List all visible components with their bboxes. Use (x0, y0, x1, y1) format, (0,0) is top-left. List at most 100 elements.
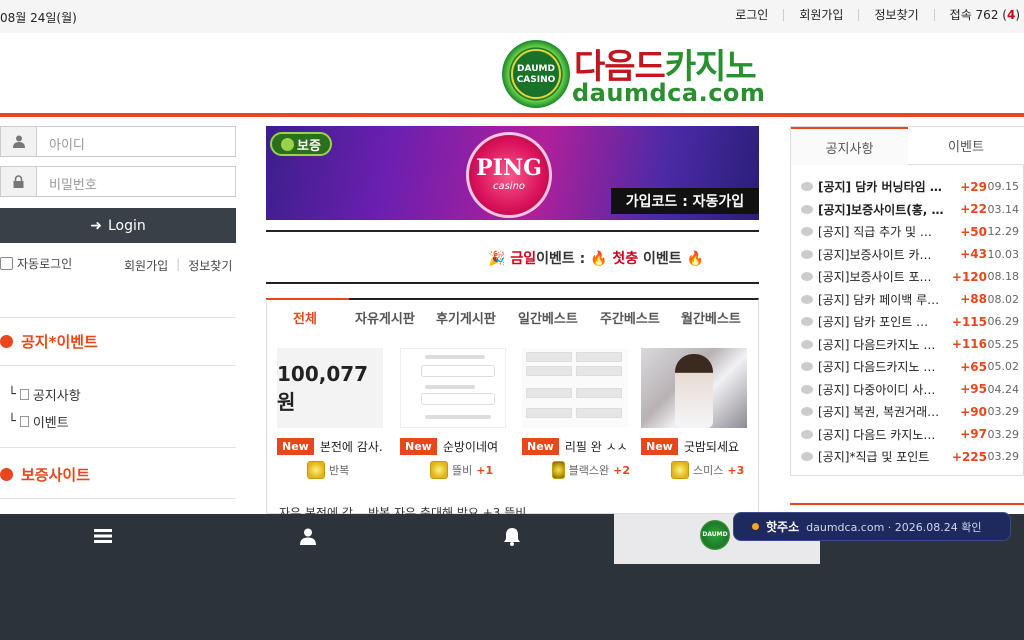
top-login-link[interactable]: 로그인 (720, 9, 785, 21)
auto-login-checkbox[interactable] (0, 257, 13, 270)
login-button[interactable]: ➜ Login (0, 208, 236, 243)
post-card[interactable]: New 리필 완 ㅅㅅ 블랙스완 +2 (522, 348, 630, 479)
current-date: 08월 24일(월) (0, 11, 77, 25)
tab-weekly-best[interactable]: 주간베스트 (600, 308, 660, 327)
tab-daily-best[interactable]: 일간베스트 (518, 308, 578, 327)
notice-item[interactable]: [공지] 담카 포인트 … +115 06.29 (801, 313, 1019, 330)
notice-item[interactable]: [공지] 다중아이디 사… +95 04.24 (801, 381, 1019, 398)
guarantee-badge: 보증 (270, 132, 332, 156)
new-badge: New (641, 438, 678, 455)
join-link[interactable]: 회원가입 (124, 257, 168, 274)
header-divider (0, 113, 1024, 117)
notice-item[interactable]: [공지]보증사이트(홍, … +22 03.14 (801, 201, 1019, 218)
notice-item[interactable]: [공지]보증사이트 카… +43 10.03 (801, 246, 1019, 263)
notice-title: [공지]보증사이트 포… (818, 270, 932, 284)
tab-review[interactable]: 후기게시판 (436, 308, 496, 327)
id-placeholder: 아이디 (49, 138, 85, 153)
notice-points: +120 (951, 269, 987, 284)
ping-casino-banner[interactable]: 보증 PING casino 가입코드 : 자동가입 (266, 126, 759, 220)
site-logo[interactable]: DAUMD CASINO 다음드카지노 daumdca.com (502, 37, 765, 109)
notice-item[interactable]: [공지] 담카 버닝타임 … +29 09.15 (801, 178, 1019, 195)
speech-bubble-icon (801, 429, 813, 439)
user-icon (1, 127, 37, 156)
auto-login[interactable]: 자동로그인 (0, 255, 72, 272)
tab-monthly-best[interactable]: 월간베스트 (681, 308, 741, 327)
notice-points: +95 (960, 382, 987, 396)
post-title: 순방이네여 (442, 440, 499, 454)
divider (0, 498, 236, 499)
notice-date: 04.24 (987, 382, 1020, 396)
tab-all[interactable]: 전체 (293, 308, 317, 327)
top-find-link[interactable]: 정보찾기 (859, 9, 935, 21)
tab-event[interactable]: 이벤트 (908, 127, 1024, 165)
notice-points: +65 (960, 359, 987, 374)
notice-date: 05.02 (987, 360, 1020, 373)
login-sublinks: 회원가입 | 정보찾기 (124, 257, 233, 274)
notice-item[interactable]: [공지] 직급 추가 및 … +50 12.29 (801, 223, 1019, 240)
notice-item[interactable]: [공지]보증사이트 포… +120 08.18 (801, 268, 1019, 285)
password-field[interactable]: 비밀번호 (0, 166, 236, 197)
casino-badge-icon: DAUMD (700, 520, 730, 550)
speech-bubble-icon (801, 272, 813, 281)
notice-item[interactable]: [공지]*직급 및 포인트 +225 03.29 (801, 448, 1019, 465)
speech-bubble-icon (801, 204, 813, 214)
notice-item[interactable]: [공지] 복권, 복권거래… +90 03.29 (801, 403, 1019, 420)
top-join-link[interactable]: 회원가입 (784, 9, 860, 21)
top-bar: 08월 24일(월) 로그인 회원가입 정보찾기 접속 762 (4) (0, 0, 1024, 33)
notice-date: 09.15 (987, 180, 1020, 193)
notice-panel: 공지사항 이벤트 [공지] 담카 버닝타임 … +29 09.15 [공지]보증사이트… (790, 126, 1024, 476)
notice-date: 03.29 (987, 450, 1020, 463)
bell-icon[interactable] (502, 526, 522, 546)
casino-badge-icon: DAUMD CASINO (502, 40, 570, 108)
post-author: 뜰비 (452, 464, 473, 477)
speech-bubble-icon (801, 294, 813, 304)
tab-free[interactable]: 자유게시판 (355, 308, 415, 327)
notice-points: +90 (960, 404, 987, 419)
notice-date: 12.29 (987, 225, 1020, 238)
notice-date: 06.29 (987, 315, 1020, 328)
post-card[interactable]: New 순방이네여 뜰비 +1 (400, 348, 508, 479)
user-icon[interactable] (298, 526, 318, 546)
speech-bubble-icon (801, 384, 813, 394)
post-author: 반복 (329, 464, 350, 477)
id-field[interactable]: 아이디 (0, 126, 236, 157)
find-link[interactable]: 정보찾기 (188, 257, 232, 274)
notice-title: [공지]보증사이트(홍, … (818, 202, 944, 217)
post-thumbnail (522, 348, 628, 428)
notice-title: [공지] 담카 포인트 … (818, 315, 929, 329)
board-tabs: 전체 자유게시판 후기게시판 일간베스트 주간베스트 월간베스트 (267, 300, 758, 332)
post-title: 굿밤되세요 (683, 440, 740, 454)
notice-points: +22 (960, 202, 987, 216)
menu-icon[interactable] (93, 526, 113, 546)
bullet-icon (0, 468, 13, 481)
guarantee-sites-title[interactable]: 보증사이트 (0, 464, 90, 485)
menu-item-event[interactable]: └ 이벤트 (8, 412, 69, 431)
notice-item[interactable]: [공지] 다음드카지노 … +116 05.25 (801, 336, 1019, 353)
speech-bubble-icon (801, 249, 813, 259)
sign-in-icon: ➜ (90, 217, 102, 234)
notice-event-title[interactable]: 공지*이벤트 (0, 331, 98, 352)
fire-icon: 🔥 (686, 251, 704, 267)
new-badge: New (522, 438, 559, 455)
hot-address-badge[interactable]: 핫주소 daumdca.com · 2026.08.24 확인 (733, 512, 1011, 541)
notice-points: +50 (960, 224, 987, 239)
post-card[interactable]: New 굿밤되세요 스미스 +3 (641, 348, 749, 479)
divider (0, 317, 236, 318)
notice-points: +43 (960, 247, 987, 261)
speech-bubble-icon (801, 317, 813, 326)
post-card[interactable]: 100,077 원 New 본전에 감사. 반복 (277, 348, 385, 479)
divider (0, 365, 236, 366)
notice-points: +116 (951, 337, 987, 351)
notice-item[interactable]: [공지] 다음드 카지노… +97 03.29 (801, 426, 1019, 443)
post-thumbnail (400, 348, 506, 428)
menu-item-notice[interactable]: └ 공지사항 (8, 385, 81, 404)
notice-title: [공지] 담카 페이백 루… (818, 292, 940, 307)
post-thumbnail: 100,077 원 (277, 348, 383, 428)
notice-item[interactable]: [공지] 다음드카지노 … +65 05.02 (801, 358, 1019, 375)
notice-date: 03.14 (987, 202, 1020, 216)
notice-points: +225 (951, 449, 987, 464)
fire-icon: 🔥 (590, 251, 608, 267)
tab-notice[interactable]: 공지사항 (791, 127, 908, 165)
notice-date: 03.29 (987, 405, 1020, 418)
notice-item[interactable]: [공지] 담카 페이백 루… +88 08.02 (801, 291, 1019, 308)
